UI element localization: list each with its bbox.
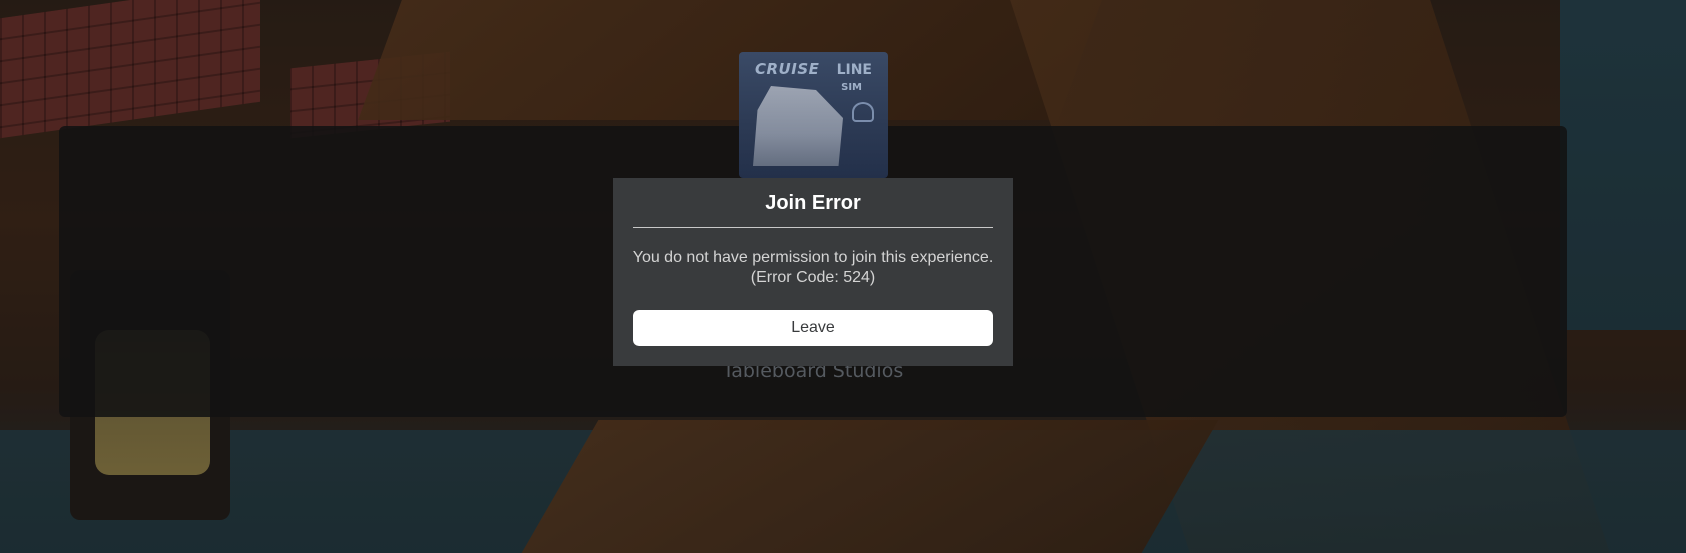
thumbnail-title: CRUISE	[755, 60, 820, 78]
leave-button[interactable]: Leave	[633, 310, 993, 346]
dialog-message: You do not have permission to join this …	[629, 248, 997, 288]
crown-logo-icon	[852, 102, 874, 122]
error-dialog: Join Error You do not have permission to…	[613, 178, 1013, 366]
message-line-2: (Error Code: 524)	[750, 269, 876, 286]
dialog-title: Join Error	[765, 192, 861, 214]
thumbnail-subtitle: SIM	[841, 82, 862, 93]
message-line-1: You do not have permission to join this …	[632, 249, 994, 266]
dialog-divider	[633, 227, 993, 228]
ship-image	[753, 86, 843, 166]
game-thumbnail: CRUISE LINE SIM	[739, 52, 888, 178]
thumbnail-title-2: LINE	[836, 62, 872, 78]
